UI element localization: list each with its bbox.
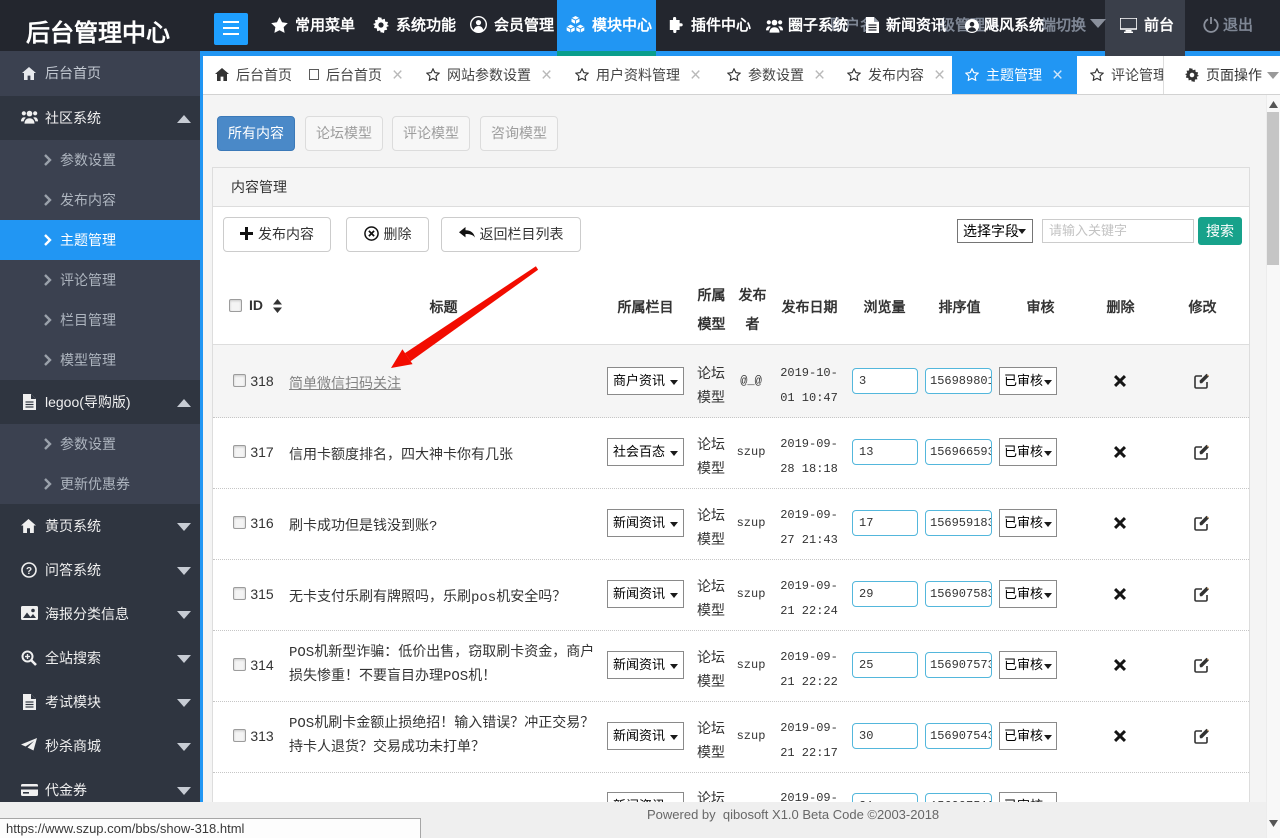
svg-text:?: ? bbox=[26, 566, 32, 577]
